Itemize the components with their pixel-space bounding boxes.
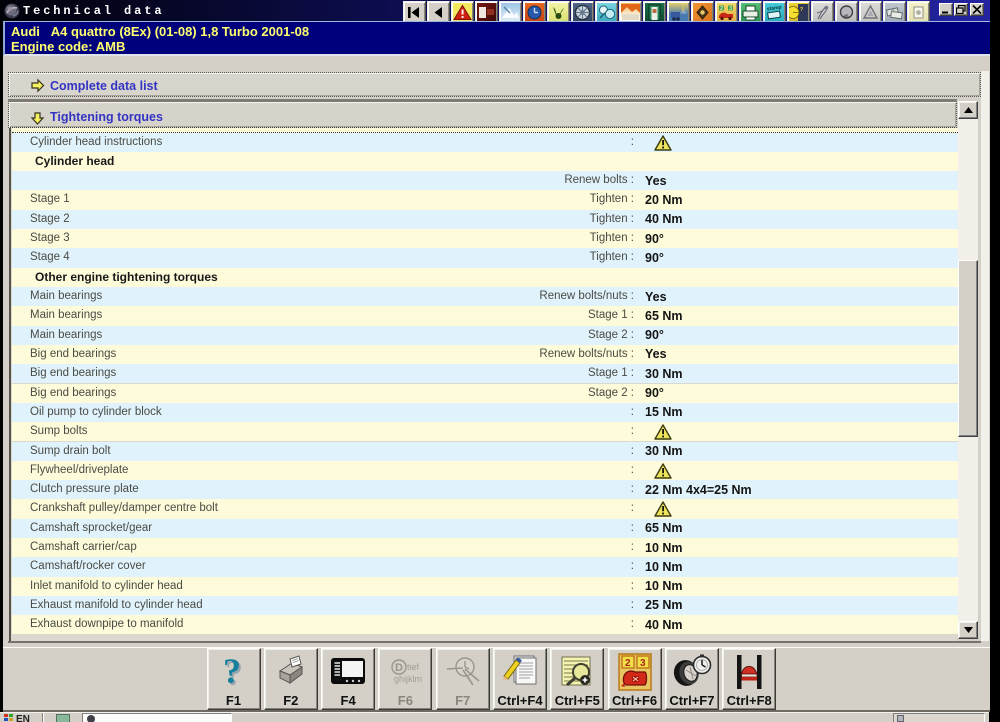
svg-text:3: 3 bbox=[729, 6, 732, 12]
svg-text:2: 2 bbox=[720, 6, 723, 12]
svg-text:2: 2 bbox=[625, 658, 631, 669]
svg-text:ghijklm: ghijklm bbox=[394, 674, 422, 684]
svg-text:?: ? bbox=[800, 7, 803, 13]
svg-text:tief: tief bbox=[407, 662, 420, 672]
svg-text:?: ? bbox=[223, 653, 241, 691]
svg-text:45: 45 bbox=[844, 14, 850, 19]
svg-text:3: 3 bbox=[640, 658, 646, 669]
svg-text:D: D bbox=[395, 662, 403, 674]
